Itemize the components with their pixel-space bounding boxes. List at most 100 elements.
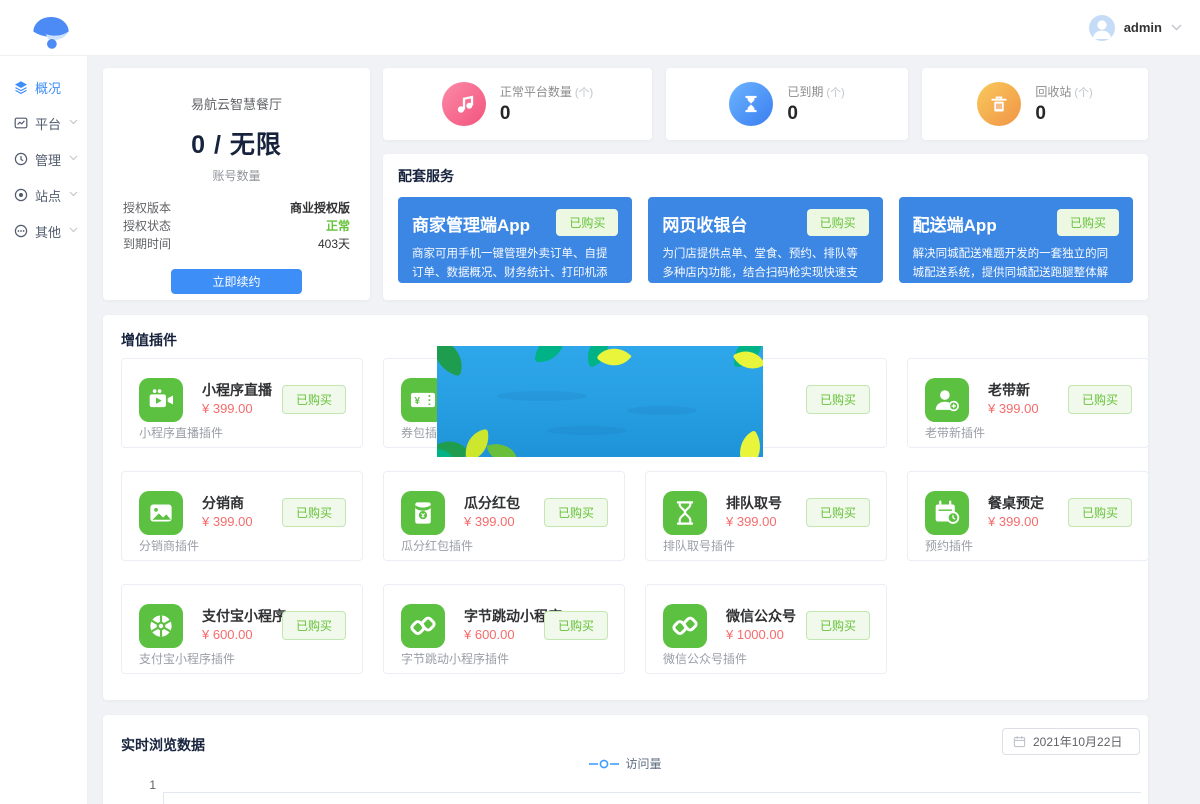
license-title: 易航云智慧餐厅 [123,94,350,113]
plugin-subtitle: 小程序直播插件 [139,424,223,441]
service-card-delivery-app: 配送端App 已购买 解决同城配送难题开发的一套独立的同城配送系统，提供同城配送… [899,197,1133,283]
sidebar-item-label: 其他 [35,222,61,241]
browse-section: 实时浏览数据 2021年10月22日 访问量 1 [103,715,1148,804]
stat-value: 0 [500,103,593,125]
services-section: 配套服务 商家管理端App 已购买 商家可用手机一键管理外卖订单、自提订单、数据… [383,154,1148,300]
line-marker-icon [589,759,619,769]
plugin-card-distributor: 分销商 ¥ 399.00 已购买 分销商插件 [121,471,363,561]
date-picker[interactable]: 2021年10月22日 [1002,728,1140,755]
stat-card-normal-platforms: 正常平台数量(个) 0 [383,68,652,140]
purchased-button[interactable]: 已购买 [556,209,618,236]
account-count-label: 账号数量 [123,167,350,184]
chart-legend: 访问量 [103,755,1148,772]
plugin-title: 瓜分红包 [464,493,520,513]
user-plus-icon [925,378,969,422]
plugin-price: ¥ 399.00 [202,514,253,529]
purchased-button[interactable]: 已购买 [806,611,870,640]
chart-gridline [163,792,1141,793]
stat-card-recycle-bin: 回收站(个) 0 [922,68,1148,140]
plugin-subtitle: 排队取号插件 [663,537,735,554]
chevron-down-icon [69,191,78,197]
chevron-down-icon [1171,24,1182,31]
dashboard-page: admin 概况 平台 管理 [0,0,1200,804]
red-envelope-icon [401,491,445,535]
purchased-button[interactable]: 已购买 [1068,385,1132,414]
browse-title: 实时浏览数据 [121,735,205,755]
purchased-button[interactable]: 已购买 [807,209,869,236]
chart-y-axis [163,792,164,804]
purchased-button[interactable]: 已购买 [282,611,346,640]
image-icon [139,491,183,535]
plugin-subtitle: 分销商插件 [139,537,199,554]
service-desc: 解决同城配送难题开发的一套独立的同城配送系统，提供同城配送跑腿整体解决方案。 [913,245,1119,302]
service-card-merchant-app: 商家管理端App 已购买 商家可用手机一键管理外卖订单、自提订单、数据概况、财务… [398,197,632,283]
plugin-price: ¥ 600.00 [464,627,515,642]
sidebar-item-platform[interactable]: 平台 [0,105,87,141]
svg-text:¥: ¥ [415,396,421,407]
purchased-button[interactable]: 已购买 [544,498,608,527]
chevron-down-icon [69,119,78,125]
top-bar: admin [0,0,1200,56]
platform-icon [14,116,28,130]
plugin-price: ¥ 399.00 [202,401,253,416]
plugin-subtitle: 老带新插件 [925,424,985,441]
license-field-row: 授权版本 商业授权版 [123,199,350,217]
plugin-title: 老带新 [988,380,1030,400]
purchased-button[interactable]: 已购买 [1057,209,1119,236]
license-version-value: 商业授权版 [290,199,350,217]
plugin-card-table-booking: 餐桌预定 ¥ 399.00 已购买 预约插件 [907,471,1149,561]
plugin-title: 排队取号 [726,493,782,513]
plugin-price: ¥ 1000.00 [726,627,784,642]
video-camera-icon [139,378,183,422]
service-desc: 为门店提供点单、堂食、预约、排队等多种店内功能，结合扫码枪实现快速支付 [662,245,868,302]
plugin-subtitle: 瓜分红包插件 [401,537,473,554]
service-card-web-cashier: 网页收银台 已购买 为门店提供点单、堂食、预约、排队等多种店内功能，结合扫码枪实… [648,197,882,283]
purchased-button[interactable]: 已购买 [282,385,346,414]
license-card: 易航云智慧餐厅 0 / 无限 账号数量 授权版本 商业授权版 授权状态 正常 到… [103,68,370,300]
purchased-button[interactable]: 已购买 [282,498,346,527]
purchased-button[interactable]: 已购买 [1068,498,1132,527]
sidebar-item-other[interactable]: 其他 [0,213,87,249]
sidebar-item-label: 概况 [35,78,61,97]
account-count: 0 / 无限 [123,125,350,161]
plugin-subtitle: 预约插件 [925,537,973,554]
renew-button[interactable]: 立即续约 [171,269,302,294]
services-title: 配套服务 [398,166,1133,186]
plugin-price: ¥ 399.00 [988,401,1039,416]
sidebar-item-label: 站点 [35,186,61,205]
avatar [1089,15,1115,41]
app-logo-icon[interactable] [22,5,80,56]
calendar-clock-icon [925,491,969,535]
sidebar-item-site[interactable]: 站点 [0,177,87,213]
y-axis-tick: 1 [138,778,156,792]
purchased-button[interactable]: 已购买 [544,611,608,640]
sidebar-item-label: 管理 [35,150,61,169]
stat-label: 已到期 [787,85,823,99]
plugin-card-live: 小程序直播 ¥ 399.00 已购买 小程序直播插件 [121,358,363,448]
sidebar-item-overview[interactable]: 概况 [0,69,87,105]
stat-value: 0 [1035,103,1092,125]
trash-icon [977,82,1021,126]
hourglass-icon [663,491,707,535]
sidebar-item-label: 平台 [35,114,61,133]
plugin-title: 餐桌预定 [988,493,1044,513]
date-value: 2021年10月22日 [1033,733,1122,750]
sidebar: 概况 平台 管理 站点 [0,55,88,804]
overlay-image [437,346,763,457]
plugin-card-referral: 老带新 ¥ 399.00 已购买 老带新插件 [907,358,1149,448]
purchased-button[interactable]: 已购买 [806,385,870,414]
plugin-card-wechat-official: 微信公众号 ¥ 1000.00 已购买 微信公众号插件 [645,584,887,674]
sidebar-item-manage[interactable]: 管理 [0,141,87,177]
expired-icon [729,82,773,126]
plugin-card-bytedance-miniapp: 字节跳动小程序 ¥ 600.00 已购买 字节跳动小程序插件 [383,584,625,674]
stat-label: 回收站 [1035,85,1071,99]
other-icon [14,224,28,238]
license-field-row: 授权状态 正常 [123,217,350,235]
plugin-card-red-packet: 瓜分红包 ¥ 399.00 已购买 瓜分红包插件 [383,471,625,561]
purchased-button[interactable]: 已购买 [806,498,870,527]
legend-item-visits[interactable]: 访问量 [589,755,661,772]
username: admin [1124,20,1162,35]
user-menu[interactable]: admin [1089,0,1182,55]
license-status-value: 正常 [326,217,350,235]
platform-count-icon [442,82,486,126]
